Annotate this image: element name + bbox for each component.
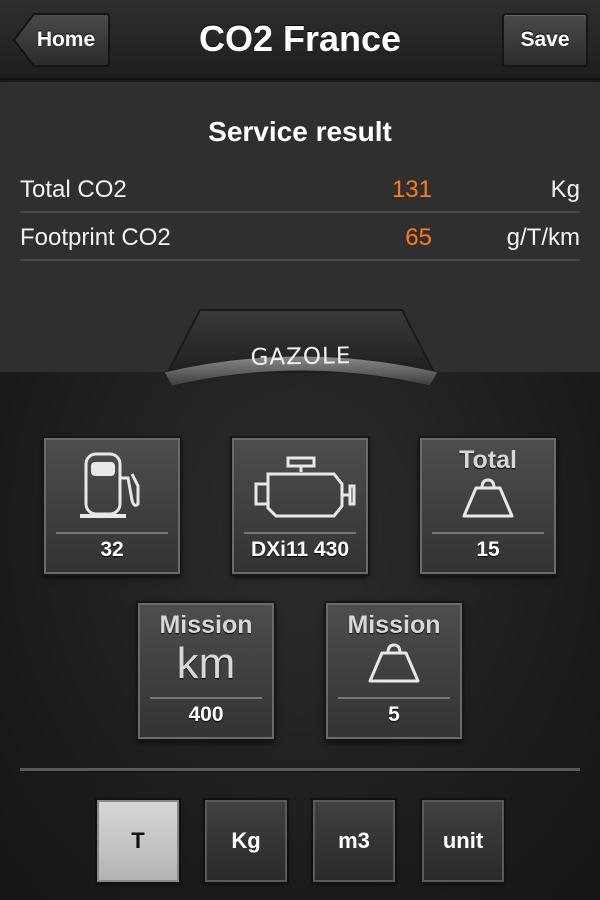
parameters-area: 32 DXi11 430 Total 15 Mission km 400 Mis… (0, 372, 600, 900)
mission-weight-value: 5 (388, 703, 400, 726)
result-row-footprint: Footprint CO2 65 g/T/km (20, 215, 580, 261)
tile-divider (338, 697, 450, 699)
engine-value: DXi11 430 (250, 538, 350, 561)
engine-icon (234, 440, 366, 532)
save-button[interactable]: Save (502, 13, 588, 67)
engine-tile[interactable]: DXi11 430 (232, 438, 368, 574)
section-divider (20, 768, 580, 771)
distance-unit-label: km (176, 639, 236, 688)
mission-weight-tile[interactable]: Mission 5 (326, 603, 462, 739)
fuel-consumption-tile[interactable]: 32 (44, 438, 180, 574)
fuel-type-label: GAZOLE (250, 343, 352, 371)
mission-distance-header: Mission (159, 611, 253, 639)
result-label: Footprint CO2 (20, 224, 171, 251)
total-weight-tile[interactable]: Total 15 (420, 438, 556, 574)
weight-icon (328, 605, 460, 697)
result-unit: g/T/km (506, 224, 580, 251)
tile-divider (432, 532, 544, 534)
unit-button-m3[interactable]: m3 (313, 800, 395, 882)
result-row-total: Total CO2 131 Kg (20, 167, 580, 213)
result-value: 131 (391, 176, 432, 203)
weight-icon (422, 440, 554, 532)
mission-distance-value: 400 (188, 703, 224, 726)
unit-button-t[interactable]: T (97, 800, 179, 882)
fuel-pump-icon (46, 440, 178, 532)
result-unit: Kg (550, 176, 580, 203)
fuel-consumption-value: 32 (100, 538, 124, 561)
result-title: Service result (208, 116, 392, 147)
tile-divider (244, 532, 356, 534)
unit-button-unit[interactable]: unit (422, 800, 504, 882)
tile-divider (150, 697, 262, 699)
navigation-bar: Home CO2 France Save (0, 0, 600, 80)
total-weight-value: 15 (476, 538, 500, 561)
mission-distance-tile[interactable]: Mission km 400 (138, 603, 274, 739)
result-value: 65 (405, 224, 432, 251)
fuel-type-selector[interactable]: GAZOLE (160, 306, 442, 402)
unit-button-kg[interactable]: Kg (205, 800, 287, 882)
result-label: Total CO2 (20, 176, 127, 203)
tile-divider (56, 532, 168, 534)
